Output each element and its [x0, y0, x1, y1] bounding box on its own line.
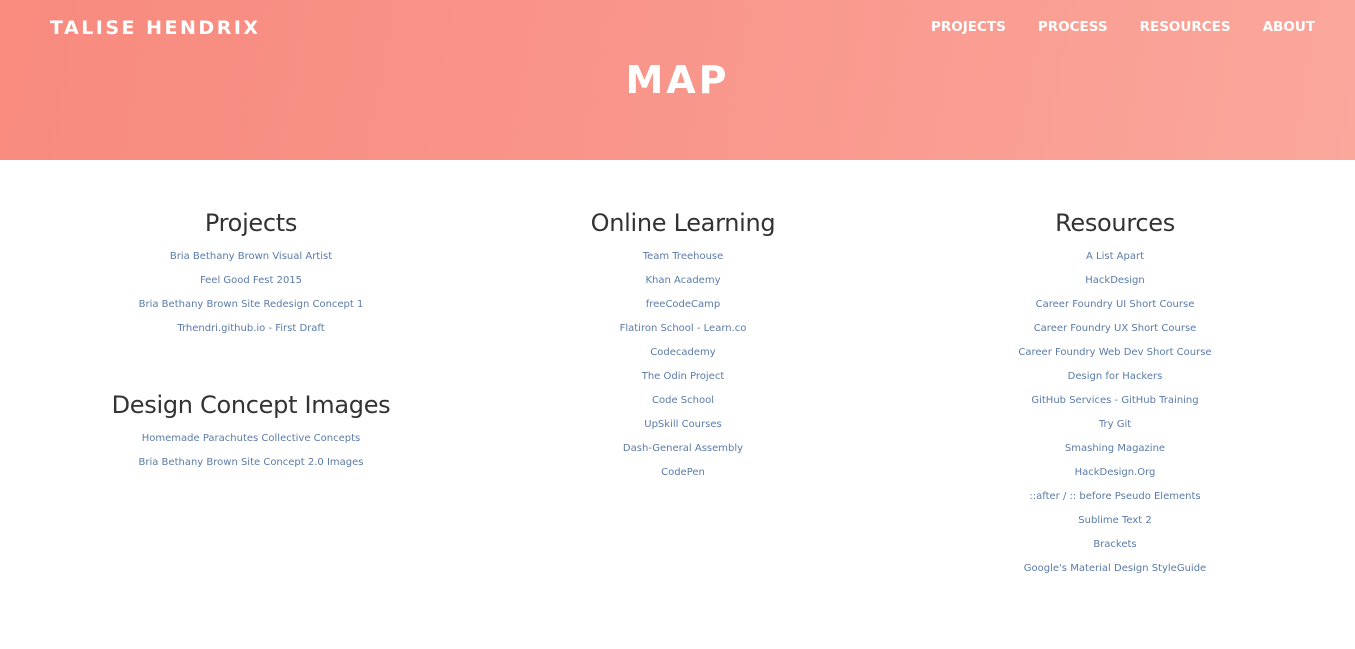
list-item: Bria Bethany Brown Visual Artist: [50, 242, 452, 266]
resource-link[interactable]: ::after / :: before Pseudo Elements: [1029, 491, 1200, 502]
main-nav: PROJECTS PROCESS RESOURCES ABOUT: [899, 17, 1315, 37]
resources-section: Resources A List Apart HackDesign Career…: [914, 206, 1316, 578]
list-item: Career Foundry UX Short Course: [914, 314, 1316, 338]
list-item: Bria Bethany Brown Site Redesign Concept…: [50, 290, 452, 314]
resource-link[interactable]: Career Foundry UI Short Course: [1036, 299, 1195, 310]
resource-link[interactable]: Sublime Text 2: [1078, 515, 1151, 526]
list-item: Codecademy: [482, 338, 884, 362]
learning-link[interactable]: freeCodeCamp: [646, 299, 721, 310]
list-item: Team Treehouse: [482, 242, 884, 266]
nav-link-process[interactable]: PROCESS: [1038, 17, 1108, 37]
resource-link[interactable]: Career Foundry UX Short Course: [1034, 323, 1197, 334]
design-concept-link[interactable]: Bria Bethany Brown Site Concept 2.0 Imag…: [139, 457, 364, 468]
nav-link-projects[interactable]: PROJECTS: [931, 17, 1006, 37]
projects-section: Projects Bria Bethany Brown Visual Artis…: [50, 206, 452, 338]
design-concept-link[interactable]: Homemade Parachutes Collective Concepts: [142, 433, 361, 444]
resource-link[interactable]: Smashing Magazine: [1065, 443, 1165, 454]
list-item: Flatiron School - Learn.co: [482, 314, 884, 338]
resource-link[interactable]: HackDesign.Org: [1075, 467, 1156, 478]
list-item: HackDesign.Org: [914, 458, 1316, 482]
list-item: CodePen: [482, 458, 884, 482]
resources-link-list: A List Apart HackDesign Career Foundry U…: [914, 242, 1316, 578]
list-item: ::after / :: before Pseudo Elements: [914, 482, 1316, 506]
resource-link[interactable]: A List Apart: [1086, 251, 1144, 262]
online-learning-link-list: Team Treehouse Khan Academy freeCodeCamp…: [482, 242, 884, 482]
hero-header: TALISE HENDRIX PROJECTS PROCESS RESOURCE…: [0, 0, 1355, 160]
projects-heading: Projects: [204, 209, 298, 237]
list-item: Smashing Magazine: [914, 434, 1316, 458]
learning-link[interactable]: Codecademy: [650, 347, 715, 358]
learning-link[interactable]: UpSkill Courses: [644, 419, 721, 430]
list-item: The Odin Project: [482, 362, 884, 386]
resource-link[interactable]: Brackets: [1093, 539, 1136, 550]
list-item: UpSkill Courses: [482, 410, 884, 434]
resource-link[interactable]: Design for Hackers: [1068, 371, 1163, 382]
list-item: Feel Good Fest 2015: [50, 266, 452, 290]
design-concepts-section: Design Concept Images Homemade Parachute…: [50, 388, 452, 472]
online-learning-heading: Online Learning: [590, 209, 776, 237]
project-link[interactable]: Bria Bethany Brown Visual Artist: [170, 251, 332, 262]
project-link[interactable]: Trhendri.github.io - First Draft: [177, 323, 324, 334]
learning-link[interactable]: Code School: [652, 395, 714, 406]
resource-link[interactable]: Google's Material Design StyleGuide: [1024, 563, 1206, 574]
list-item: Khan Academy: [482, 266, 884, 290]
learning-link[interactable]: Flatiron School - Learn.co: [620, 323, 747, 334]
design-concepts-heading: Design Concept Images: [111, 391, 391, 419]
projects-link-list: Bria Bethany Brown Visual Artist Feel Go…: [50, 242, 452, 338]
list-item: freeCodeCamp: [482, 290, 884, 314]
learning-link[interactable]: Dash-General Assembly: [623, 443, 743, 454]
list-item: Try Git: [914, 410, 1316, 434]
list-item: Career Foundry UI Short Course: [914, 290, 1316, 314]
project-link[interactable]: Bria Bethany Brown Site Redesign Concept…: [139, 299, 364, 310]
left-column: Projects Bria Bethany Brown Visual Artis…: [50, 206, 452, 472]
list-item: Design for Hackers: [914, 362, 1316, 386]
list-item: Sublime Text 2: [914, 506, 1316, 530]
list-item: Trhendri.github.io - First Draft: [50, 314, 452, 338]
list-item: Dash-General Assembly: [482, 434, 884, 458]
project-link[interactable]: Feel Good Fest 2015: [200, 275, 302, 286]
nav-link-resources[interactable]: RESOURCES: [1140, 17, 1231, 37]
design-concepts-link-list: Homemade Parachutes Collective Concepts …: [50, 424, 452, 472]
online-learning-section: Online Learning Team Treehouse Khan Acad…: [482, 206, 884, 482]
resource-link[interactable]: Try Git: [1099, 419, 1131, 430]
list-item: GitHub Services - GitHub Training: [914, 386, 1316, 410]
resource-link[interactable]: HackDesign: [1085, 275, 1144, 286]
list-item: Brackets: [914, 530, 1316, 554]
list-item: Career Foundry Web Dev Short Course: [914, 338, 1316, 362]
brand-logo-link[interactable]: TALISE HENDRIX: [50, 15, 261, 41]
learning-link[interactable]: CodePen: [661, 467, 705, 478]
resource-link[interactable]: GitHub Services - GitHub Training: [1031, 395, 1198, 406]
page-title: MAP: [625, 58, 730, 102]
list-item: A List Apart: [914, 242, 1316, 266]
list-item: Bria Bethany Brown Site Concept 2.0 Imag…: [50, 448, 452, 472]
list-item: Homemade Parachutes Collective Concepts: [50, 424, 452, 448]
resource-link[interactable]: Career Foundry Web Dev Short Course: [1018, 347, 1211, 358]
nav-link-about[interactable]: ABOUT: [1263, 17, 1315, 37]
learning-link[interactable]: Khan Academy: [646, 275, 721, 286]
learning-link[interactable]: Team Treehouse: [643, 251, 724, 262]
learning-link[interactable]: The Odin Project: [642, 371, 725, 382]
resources-heading: Resources: [1055, 209, 1175, 237]
list-item: Code School: [482, 386, 884, 410]
list-item: HackDesign: [914, 266, 1316, 290]
list-item: Google's Material Design StyleGuide: [914, 554, 1316, 578]
